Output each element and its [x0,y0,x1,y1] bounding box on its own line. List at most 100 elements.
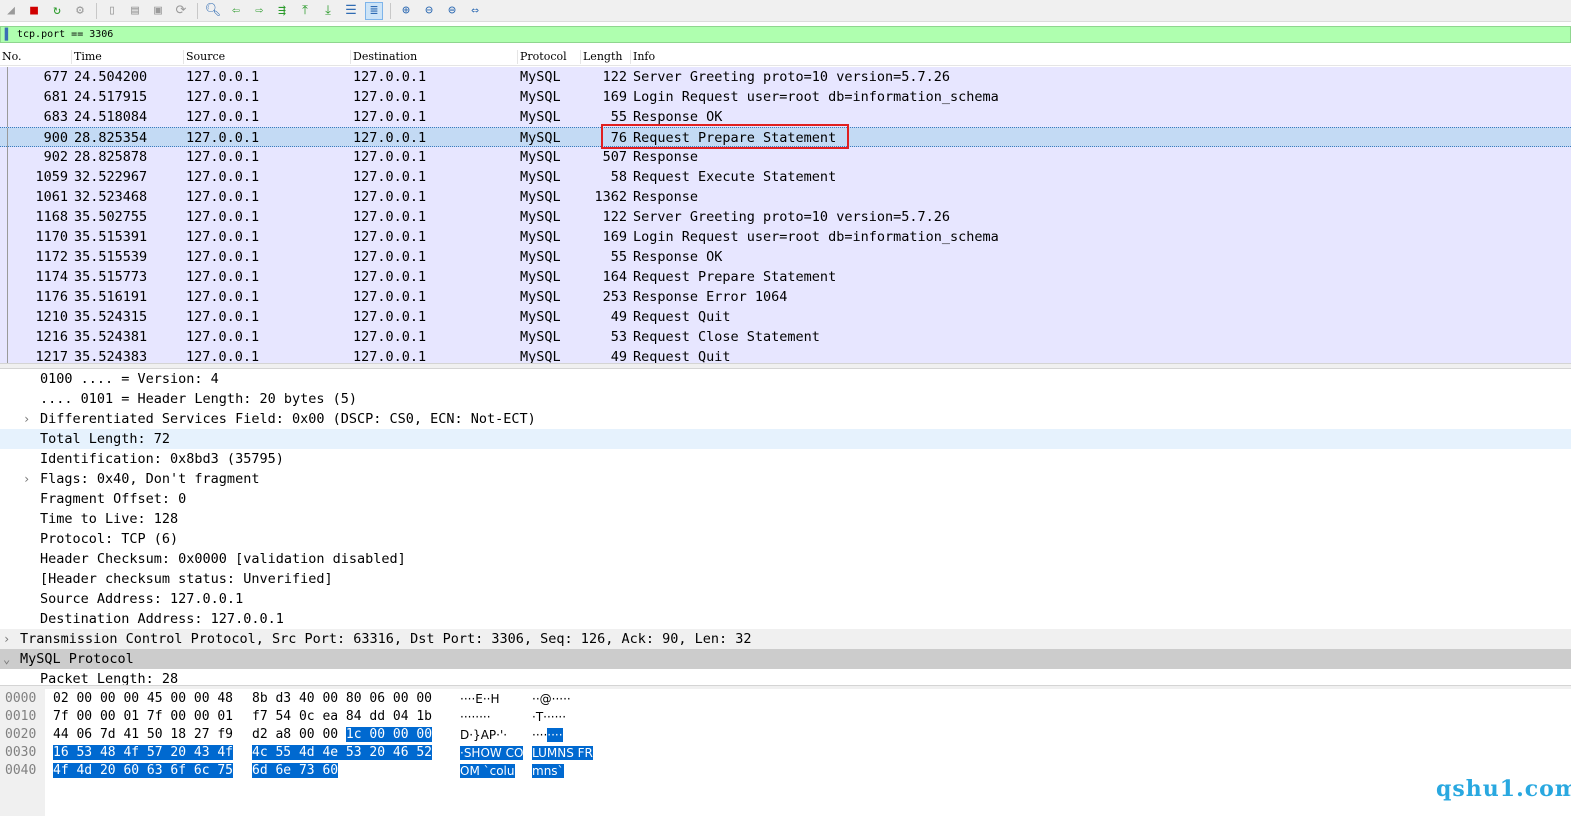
packet-row[interactable]: 1061 32.523468 127.0.0.1 127.0.0.1 MySQL 1362… [0,187,1571,207]
detail-tree-item[interactable]: Protocol: TCP (6) [0,529,1571,549]
packet-row[interactable]: 1210 35.524315 127.0.0.1 127.0.0.1 MySQL 49 Re… [0,307,1571,327]
packet-row[interactable]: 677 24.504200 127.0.0.1 127.0.0.1 MySQL 122 Se… [0,67,1571,87]
packet-row[interactable]: 1176 35.516191 127.0.0.1 127.0.0.1 MySQL 253 R… [0,287,1571,307]
detail-tree-item[interactable]: ⌄ MySQL Protocol [0,649,1571,669]
detail-tree-item[interactable]: 0100 .... = Version: 4 [0,369,1571,389]
resize-columns-icon[interactable]: ⇔ [466,2,484,20]
packet-row[interactable]: 1168 35.502755 127.0.0.1 127.0.0.1 MySQL 122 S… [0,207,1571,227]
go-to-packet-icon[interactable]: ⇶ [273,2,291,20]
detail-tree-item[interactable]: Time to Live: 128 [0,509,1571,529]
cell-info: Request Quit [633,309,731,325]
column-header-no[interactable]: No. [0,50,72,64]
column-header-length[interactable]: Length [581,50,631,64]
detail-tree-item[interactable]: › Differentiated Services Field: 0x00 (DS… [0,409,1571,429]
stop-capture-icon[interactable]: ■ [25,2,43,20]
detail-tree-item[interactable]: .... 0101 = Header Length: 20 bytes (5) [0,389,1571,409]
open-file-icon[interactable]: ▯ [103,2,121,20]
hex-bytes[interactable]: 02 00 00 00 45 00 00 48 [53,690,233,708]
hex-bytes[interactable]: 4c 55 4d 4e 53 20 46 52 [252,744,433,762]
related-packet-marker [7,307,8,327]
detail-tree-item[interactable]: Header Checksum: 0x0000 [validation disa… [0,549,1571,569]
bookmark-icon[interactable]: ▌ [1,27,15,43]
hex-bytes[interactable]: d2 a8 00 00 1c 00 00 00 [252,726,433,744]
save-file-icon[interactable]: ▤ [126,2,144,20]
detail-tree-item[interactable]: Packet Length: 28 [0,669,1571,685]
hex-bytes[interactable]: f7 54 0c ea 84 dd 04 1b [252,708,432,726]
ascii-bytes[interactable]: ········ [532,726,563,744]
reload-file-icon[interactable]: ⟳ [172,2,190,20]
normal-size-icon[interactable]: ⊜ [443,2,461,20]
shark-fin-start-icon[interactable]: ◢ [2,2,20,20]
packet-row[interactable]: 1059 32.522967 127.0.0.1 127.0.0.1 MySQL 58 Re… [0,167,1571,187]
column-header-source[interactable]: Source [184,50,351,64]
go-back-icon[interactable]: ⇦ [227,2,245,20]
detail-tree-item[interactable]: Total Length: 72 [0,429,1571,449]
cell-dst: 127.0.0.1 [353,169,427,185]
cell-src: 127.0.0.1 [186,249,260,265]
display-filter-input[interactable] [15,27,615,42]
detail-tree-label: Destination Address: 127.0.0.1 [40,611,284,627]
detail-tree-item[interactable]: Fragment Offset: 0 [0,489,1571,509]
last-packet-icon[interactable]: ⤓ [319,2,337,20]
colorize-icon[interactable]: ≣ [365,1,383,20]
ascii-bytes[interactable]: ·SHOW CO [460,744,524,762]
go-forward-icon[interactable]: ⇨ [250,2,268,20]
find-packet-icon[interactable]: 🔍︎ [204,2,222,20]
packet-row[interactable]: 1172 35.515539 127.0.0.1 127.0.0.1 MySQL 55 Re… [0,247,1571,267]
cell-time: 24.517915 [74,89,148,105]
watermark-text: qshu1.com [1436,776,1571,802]
cell-no: 1061 [35,189,68,205]
auto-scroll-icon[interactable]: ☰ [342,2,360,20]
expand-arrow-icon[interactable]: › [3,629,10,649]
packet-row[interactable]: 902 28.825878 127.0.0.1 127.0.0.1 MySQL 507 Re… [0,147,1571,167]
cell-src: 127.0.0.1 [186,149,260,165]
ascii-bytes[interactable]: ·T······ [532,708,566,726]
zoom-in-icon[interactable]: ⊕ [397,2,415,20]
detail-tree-item[interactable]: Destination Address: 127.0.0.1 [0,609,1571,629]
detail-tree-item[interactable]: Source Address: 127.0.0.1 [0,589,1571,609]
close-file-icon[interactable]: ▣ [149,2,167,20]
ascii-bytes-highlighted: mns` [532,764,564,778]
cell-len: 164 [602,269,627,285]
ascii-bytes[interactable]: OM `colu [460,762,515,780]
first-packet-icon[interactable]: ⤒ [296,2,314,20]
restart-capture-icon[interactable]: ↻ [48,2,66,20]
detail-tree-item[interactable]: › Flags: 0x40, Don't fragment [0,469,1571,489]
packet-row[interactable]: 1216 35.524381 127.0.0.1 127.0.0.1 MySQL 53 Re… [0,327,1571,347]
packet-row[interactable]: 1217 35.524383 127.0.0.1 127.0.0.1 MySQL 49 Re… [0,347,1571,363]
column-header-info[interactable]: Info [631,50,1571,64]
cell-no: 1174 [35,269,68,285]
hex-bytes[interactable]: 16 53 48 4f 57 20 43 4f [53,744,234,762]
hex-bytes[interactable]: 8b d3 40 00 80 06 00 00 [252,690,432,708]
packet-list-header: No. Time Source Destination Protocol Len… [0,46,1571,66]
ascii-bytes[interactable]: LUMNS FR [532,744,593,762]
ascii-bytes[interactable]: ········ [460,708,491,726]
zoom-out-icon[interactable]: ⊖ [420,2,438,20]
detail-tree-label: Identification: 0x8bd3 (35795) [40,451,284,467]
hex-bytes[interactable]: 44 06 7d 41 50 18 27 f9 [53,726,233,744]
column-header-destination[interactable]: Destination [351,50,518,64]
detail-tree-item[interactable]: Identification: 0x8bd3 (35795) [0,449,1571,469]
cell-info: Request Close Statement [633,329,820,345]
expand-arrow-icon[interactable]: › [23,409,30,429]
hex-bytes[interactable]: 4f 4d 20 60 63 6f 6c 75 [53,762,234,780]
ascii-bytes[interactable]: ··@····· [532,690,571,708]
detail-tree-item[interactable]: [Header checksum status: Unverified] [0,569,1571,589]
hex-bytes[interactable]: 7f 00 00 01 7f 00 00 01 [53,708,233,726]
expand-arrow-icon[interactable]: › [23,469,30,489]
ascii-bytes[interactable]: ····E··H [460,690,500,708]
ascii-bytes[interactable]: mns` [532,762,564,780]
hex-bytes[interactable]: 6d 6e 73 60 [252,762,339,780]
packet-row[interactable]: 1174 35.515773 127.0.0.1 127.0.0.1 MySQL 164 R… [0,267,1571,287]
packet-row[interactable]: 681 24.517915 127.0.0.1 127.0.0.1 MySQL 169 Lo… [0,87,1571,107]
cell-time: 28.825354 [74,130,148,146]
collapse-arrow-icon[interactable]: ⌄ [3,649,10,669]
column-header-protocol[interactable]: Protocol [518,50,581,64]
capture-options-icon[interactable]: ⚙ [71,2,89,20]
detail-tree-label: [Header checksum status: Unverified] [40,571,333,587]
sort-ascending-icon: ^ [544,46,550,53]
packet-row[interactable]: 1170 35.515391 127.0.0.1 127.0.0.1 MySQL 169 L… [0,227,1571,247]
column-header-time[interactable]: Time [72,50,184,64]
ascii-bytes[interactable]: D·}AP·'· [460,726,507,744]
detail-tree-item[interactable]: › Transmission Control Protocol, Src Port… [0,629,1571,649]
